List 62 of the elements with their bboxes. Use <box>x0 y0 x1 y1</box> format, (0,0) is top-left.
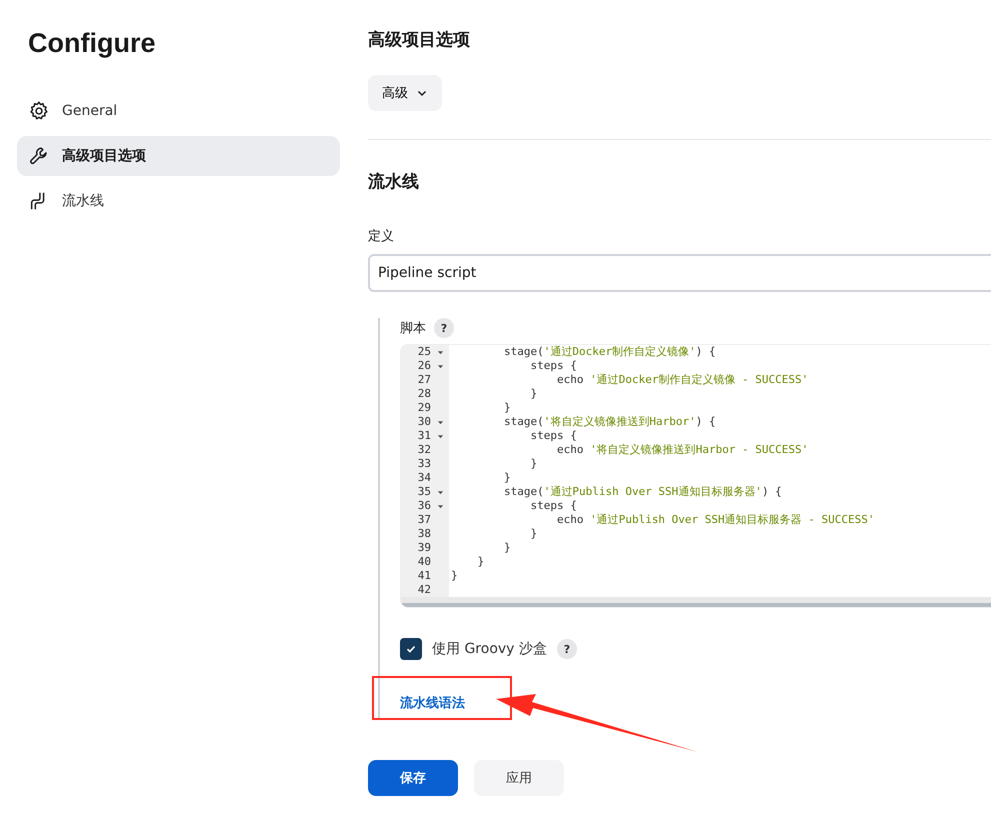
line-number: 38 <box>416 527 431 541</box>
line-number: 33 <box>416 457 431 471</box>
line-number: 29 <box>416 401 431 415</box>
code-line: stage('通过Docker制作自定义镜像') { <box>502 345 716 359</box>
section-title: 高级项目选项 <box>368 29 471 51</box>
code-line: } <box>529 527 538 541</box>
line-number: 25 <box>416 345 431 359</box>
syntax-link[interactable]: 流水线语法 <box>400 694 465 712</box>
code-editor[interactable] <box>400 344 991 608</box>
sidebar-item[interactable]: General <box>17 91 340 131</box>
code-line: } <box>450 569 458 583</box>
line-number: 32 <box>416 443 431 457</box>
line-number: 37 <box>416 513 431 527</box>
line-number: 35 <box>416 485 431 499</box>
line-number: 26 <box>416 359 431 373</box>
code-line: } <box>502 401 511 415</box>
advanced-dropdown[interactable]: 高级 <box>368 75 442 111</box>
section-title: 流水线 <box>368 171 420 193</box>
fold-icon[interactable] <box>436 432 444 440</box>
code-line: echo '将自定义镜像推送到Harbor - SUCCESS' <box>556 443 808 457</box>
line-number: 40 <box>416 555 431 569</box>
code-line: echo '通过Docker制作自定义镜像 - SUCCESS' <box>556 373 808 387</box>
line-number: 39 <box>416 541 431 555</box>
code-line: stage('将自定义镜像推送到Harbor') { <box>502 415 716 429</box>
code-line: steps { <box>529 429 577 443</box>
code-line: } <box>502 471 511 485</box>
fold-icon[interactable] <box>436 502 444 510</box>
line-number: 34 <box>416 471 431 485</box>
help-button[interactable]: ? <box>434 318 454 338</box>
code-line: } <box>502 541 511 555</box>
field-label: 定义 <box>368 228 395 245</box>
check-icon <box>405 643 417 655</box>
code-line: } <box>529 387 538 401</box>
sidebar-item[interactable]: 流水线 <box>17 181 340 221</box>
sidebar-item[interactable]: 高级项目选项 <box>17 136 340 176</box>
settings-icon <box>28 100 50 122</box>
sandbox-checkbox[interactable] <box>400 638 422 660</box>
code-line: stage('通过Publish Over SSH通知目标服务器') { <box>502 485 782 499</box>
line-number: 36 <box>416 499 431 513</box>
fold-icon[interactable] <box>436 348 444 356</box>
apply-button[interactable]: 应用 <box>474 760 564 796</box>
checkbox-label: 使用 Groovy 沙盒 <box>432 640 547 658</box>
line-number: 41 <box>416 569 431 583</box>
scrollbar[interactable] <box>401 597 991 607</box>
line-number: 31 <box>416 429 431 443</box>
fold-icon[interactable] <box>436 362 444 370</box>
line-number: 27 <box>416 373 431 387</box>
fold-icon[interactable] <box>436 418 444 426</box>
line-number: 28 <box>416 387 431 401</box>
code-line: echo '通过Publish Over SSH通知目标服务器 - SUCCESS' <box>556 513 875 527</box>
help-button[interactable]: ? <box>556 639 577 659</box>
fold-icon[interactable] <box>436 488 444 496</box>
line-number: 42 <box>416 583 431 597</box>
code-line: steps { <box>529 499 577 513</box>
field-label: 脚本 <box>400 320 426 337</box>
page-title: Configure <box>28 28 156 59</box>
definition-select[interactable]: Pipeline script <box>368 254 991 292</box>
code-line: } <box>476 555 484 569</box>
line-number: 30 <box>416 415 431 429</box>
code-line: steps { <box>529 359 577 373</box>
code-line: } <box>529 457 538 471</box>
save-button[interactable]: 保存 <box>368 760 458 796</box>
